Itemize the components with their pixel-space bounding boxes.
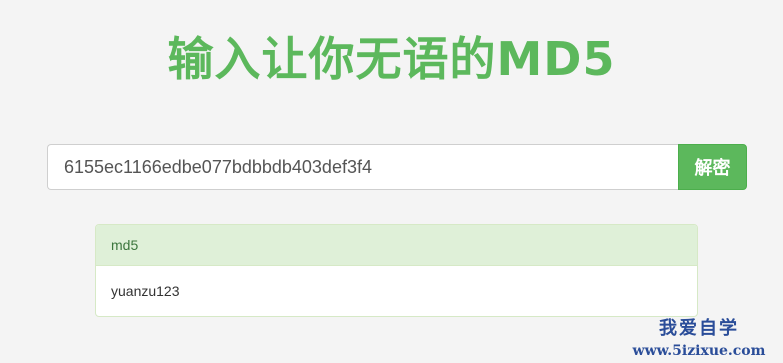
watermark-text: 我爱自学 <box>659 318 739 339</box>
result-panel-heading: md5 <box>96 225 697 266</box>
watermark-url: www.5izixue.com <box>632 343 766 359</box>
md5-search-bar: 解密 <box>47 144 747 190</box>
result-value: yuanzu123 <box>111 283 180 299</box>
site-watermark: 我爱自学 www.5izixue.com <box>619 317 779 361</box>
decrypt-button[interactable]: 解密 <box>678 144 747 190</box>
result-panel: md5 yuanzu123 <box>95 224 698 317</box>
page-title: 输入让你无语的MD5 <box>167 32 616 86</box>
md5-input[interactable] <box>47 144 678 190</box>
